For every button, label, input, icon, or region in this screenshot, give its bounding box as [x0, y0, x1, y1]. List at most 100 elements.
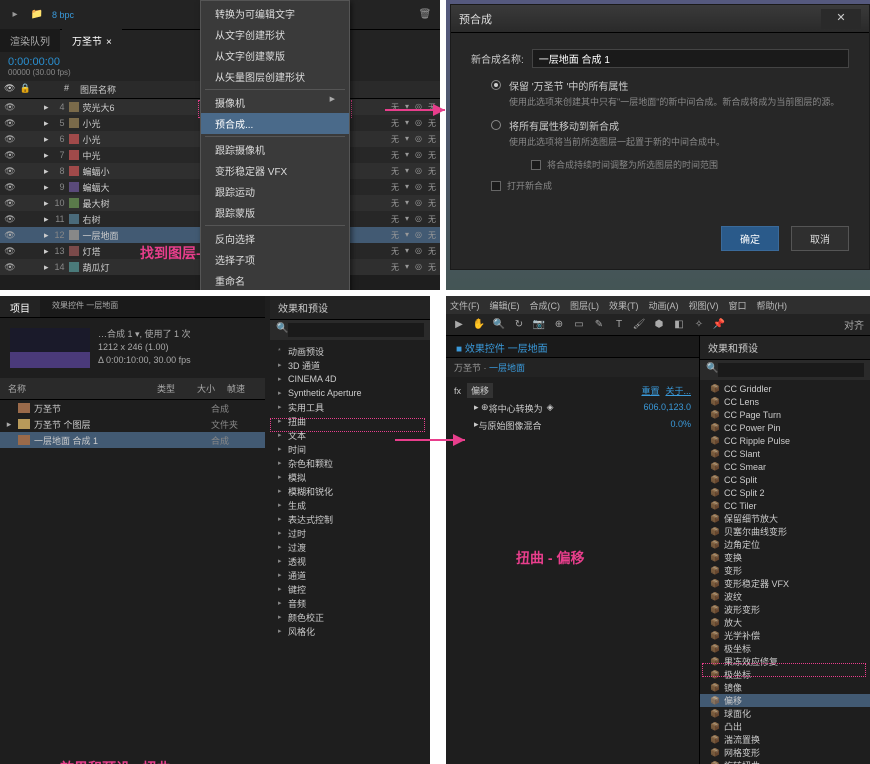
preset-item[interactable]: 湍流置换	[700, 733, 870, 746]
parent-none[interactable]: 无	[391, 118, 399, 129]
preset-item[interactable]: 保留细节放大	[700, 512, 870, 525]
preset-item[interactable]: CC Lens	[700, 395, 870, 408]
effect-category[interactable]: 模糊和锐化	[270, 484, 430, 498]
parent-none[interactable]: 无	[428, 118, 436, 129]
effects-search-input[interactable]	[288, 323, 424, 337]
parent-none[interactable]: 无	[391, 214, 399, 225]
prop-value[interactable]: 0.0%	[670, 419, 691, 432]
close-icon[interactable]: ×	[106, 37, 112, 48]
parent-none[interactable]: 无	[391, 102, 399, 113]
bc-layer[interactable]: 一层地面	[489, 363, 525, 373]
visibility-icon[interactable]: 👁	[4, 214, 16, 225]
effect-category[interactable]: 过渡	[270, 540, 430, 554]
stamp-tool-icon[interactable]: ⬢	[652, 319, 666, 330]
preset-item[interactable]: CC Smear	[700, 460, 870, 473]
preset-item[interactable]: 变换	[700, 551, 870, 564]
preset-item[interactable]: CC Power Pin	[700, 421, 870, 434]
preset-item[interactable]: 波形变形	[700, 603, 870, 616]
preset-item[interactable]: 边角定位	[700, 538, 870, 551]
effect-category[interactable]: 风格化	[270, 624, 430, 638]
menu-item[interactable]: 帮助(H)	[757, 299, 788, 312]
effect-category[interactable]: 时间	[270, 442, 430, 456]
visibility-icon[interactable]: 👁	[4, 102, 16, 113]
preset-item[interactable]: 变形稳定器 VFX	[700, 577, 870, 590]
ctx-track-mask[interactable]: 跟踪蒙版	[201, 202, 349, 223]
preset-item[interactable]: 球面化	[700, 707, 870, 720]
preset-item[interactable]: CC Split	[700, 473, 870, 486]
effects-search-input[interactable]	[718, 363, 864, 377]
ctx-shapes-from-vector[interactable]: 从矢量图层创建形状	[201, 66, 349, 87]
visibility-icon[interactable]: 👁	[4, 134, 16, 145]
parent-none[interactable]: 无	[391, 182, 399, 193]
preset-item[interactable]: CC Ripple Pulse	[700, 434, 870, 447]
parent-none[interactable]: 无	[428, 262, 436, 273]
radio-leave-attrs[interactable]: 保留 '万圣节 '中的所有属性使用此选项来创建其中只有"一层地面"的新中间合成。…	[491, 78, 849, 108]
parent-none[interactable]: 无	[428, 134, 436, 145]
parent-none[interactable]: 无	[428, 246, 436, 257]
parent-none[interactable]: 无	[391, 198, 399, 209]
ctx-precompose[interactable]: 预合成...	[201, 113, 349, 134]
ok-button[interactable]: 确定	[721, 226, 779, 251]
parent-none[interactable]: 无	[428, 198, 436, 209]
checkbox-adjust-duration[interactable]: 将合成持续时间调整为所选图层的时间范围	[531, 158, 849, 171]
parent-none[interactable]: 无	[391, 150, 399, 161]
effect-category[interactable]: 扭曲	[270, 414, 430, 428]
preset-item[interactable]: 镜像	[700, 681, 870, 694]
effect-category[interactable]: 文本	[270, 428, 430, 442]
preset-item[interactable]: 极坐标	[700, 668, 870, 681]
ctx-convert-text[interactable]: 转换为可编辑文字	[201, 3, 349, 24]
expand-icon[interactable]: ▸	[8, 8, 22, 22]
ctx-warp-stabilizer[interactable]: 变形稳定器 VFX	[201, 160, 349, 181]
checkbox-open-new[interactable]: 打开新合成	[491, 179, 849, 192]
ctx-rename[interactable]: 重命名	[201, 270, 349, 290]
project-item[interactable]: ▸万圣节 个图层文件夹	[0, 416, 265, 432]
effect-category[interactable]: 音频	[270, 596, 430, 610]
effect-category[interactable]: 模拟	[270, 470, 430, 484]
menu-item[interactable]: 窗口	[729, 299, 747, 312]
ctx-track-motion[interactable]: 跟踪运动	[201, 181, 349, 202]
visibility-icon[interactable]: 👁	[4, 262, 16, 273]
visibility-icon[interactable]: 👁	[4, 118, 16, 129]
tab-composition[interactable]: 万圣节×	[62, 29, 122, 52]
effect-category[interactable]: 生成	[270, 498, 430, 512]
preset-item[interactable]: 凸出	[700, 720, 870, 733]
effect-category[interactable]: Synthetic Aperture	[270, 386, 430, 400]
text-tool-icon[interactable]: T	[612, 319, 626, 330]
close-button[interactable]: ✕	[821, 9, 861, 29]
tab-project[interactable]: 项目	[0, 296, 40, 317]
effect-category[interactable]: 通道	[270, 568, 430, 582]
hand-tool-icon[interactable]: ✋	[472, 319, 486, 330]
zoom-tool-icon[interactable]: 🔍	[492, 319, 506, 330]
parent-none[interactable]: 无	[391, 166, 399, 177]
cancel-button[interactable]: 取消	[791, 226, 849, 251]
preset-item[interactable]: 网格变形	[700, 746, 870, 759]
menu-item[interactable]: 视图(V)	[689, 299, 719, 312]
snap-label[interactable]: 对齐	[844, 317, 864, 332]
menu-item[interactable]: 文件(F)	[450, 299, 480, 312]
visibility-icon[interactable]: 👁	[4, 166, 16, 177]
effect-category[interactable]: 杂色和颗粒	[270, 456, 430, 470]
radio-move-attrs[interactable]: 将所有属性移动到新合成使用此选项将当前所选图层一起置于新的中间合成中。	[491, 118, 849, 148]
parent-none[interactable]: 无	[391, 230, 399, 241]
effect-category[interactable]: 过时	[270, 526, 430, 540]
effect-category[interactable]: 键控	[270, 582, 430, 596]
folder-icon[interactable]: 📁	[30, 8, 44, 22]
about-link[interactable]: 关于...	[665, 384, 691, 397]
menu-item[interactable]: 编辑(E)	[490, 299, 520, 312]
anchor-tool-icon[interactable]: ⊕	[552, 319, 566, 330]
brush-tool-icon[interactable]: 🖌	[632, 319, 646, 330]
parent-none[interactable]: 无	[428, 214, 436, 225]
shape-tool-icon[interactable]: ▭	[572, 319, 586, 330]
preset-item[interactable]: CC Split 2	[700, 486, 870, 499]
preset-item[interactable]: CC Slant	[700, 447, 870, 460]
preset-item[interactable]: 极坐标	[700, 642, 870, 655]
project-item[interactable]: 一层地面 合成 1合成	[0, 432, 265, 448]
effect-category[interactable]: 动画预设	[270, 344, 430, 358]
pen-tool-icon[interactable]: ✎	[592, 319, 606, 330]
project-item[interactable]: 万圣节合成	[0, 400, 265, 416]
effect-category[interactable]: 实用工具	[270, 400, 430, 414]
visibility-icon[interactable]: 👁	[4, 246, 16, 257]
preset-item[interactable]: 果冻效应修复	[700, 655, 870, 668]
parent-none[interactable]: 无	[391, 134, 399, 145]
effect-category[interactable]: 透视	[270, 554, 430, 568]
